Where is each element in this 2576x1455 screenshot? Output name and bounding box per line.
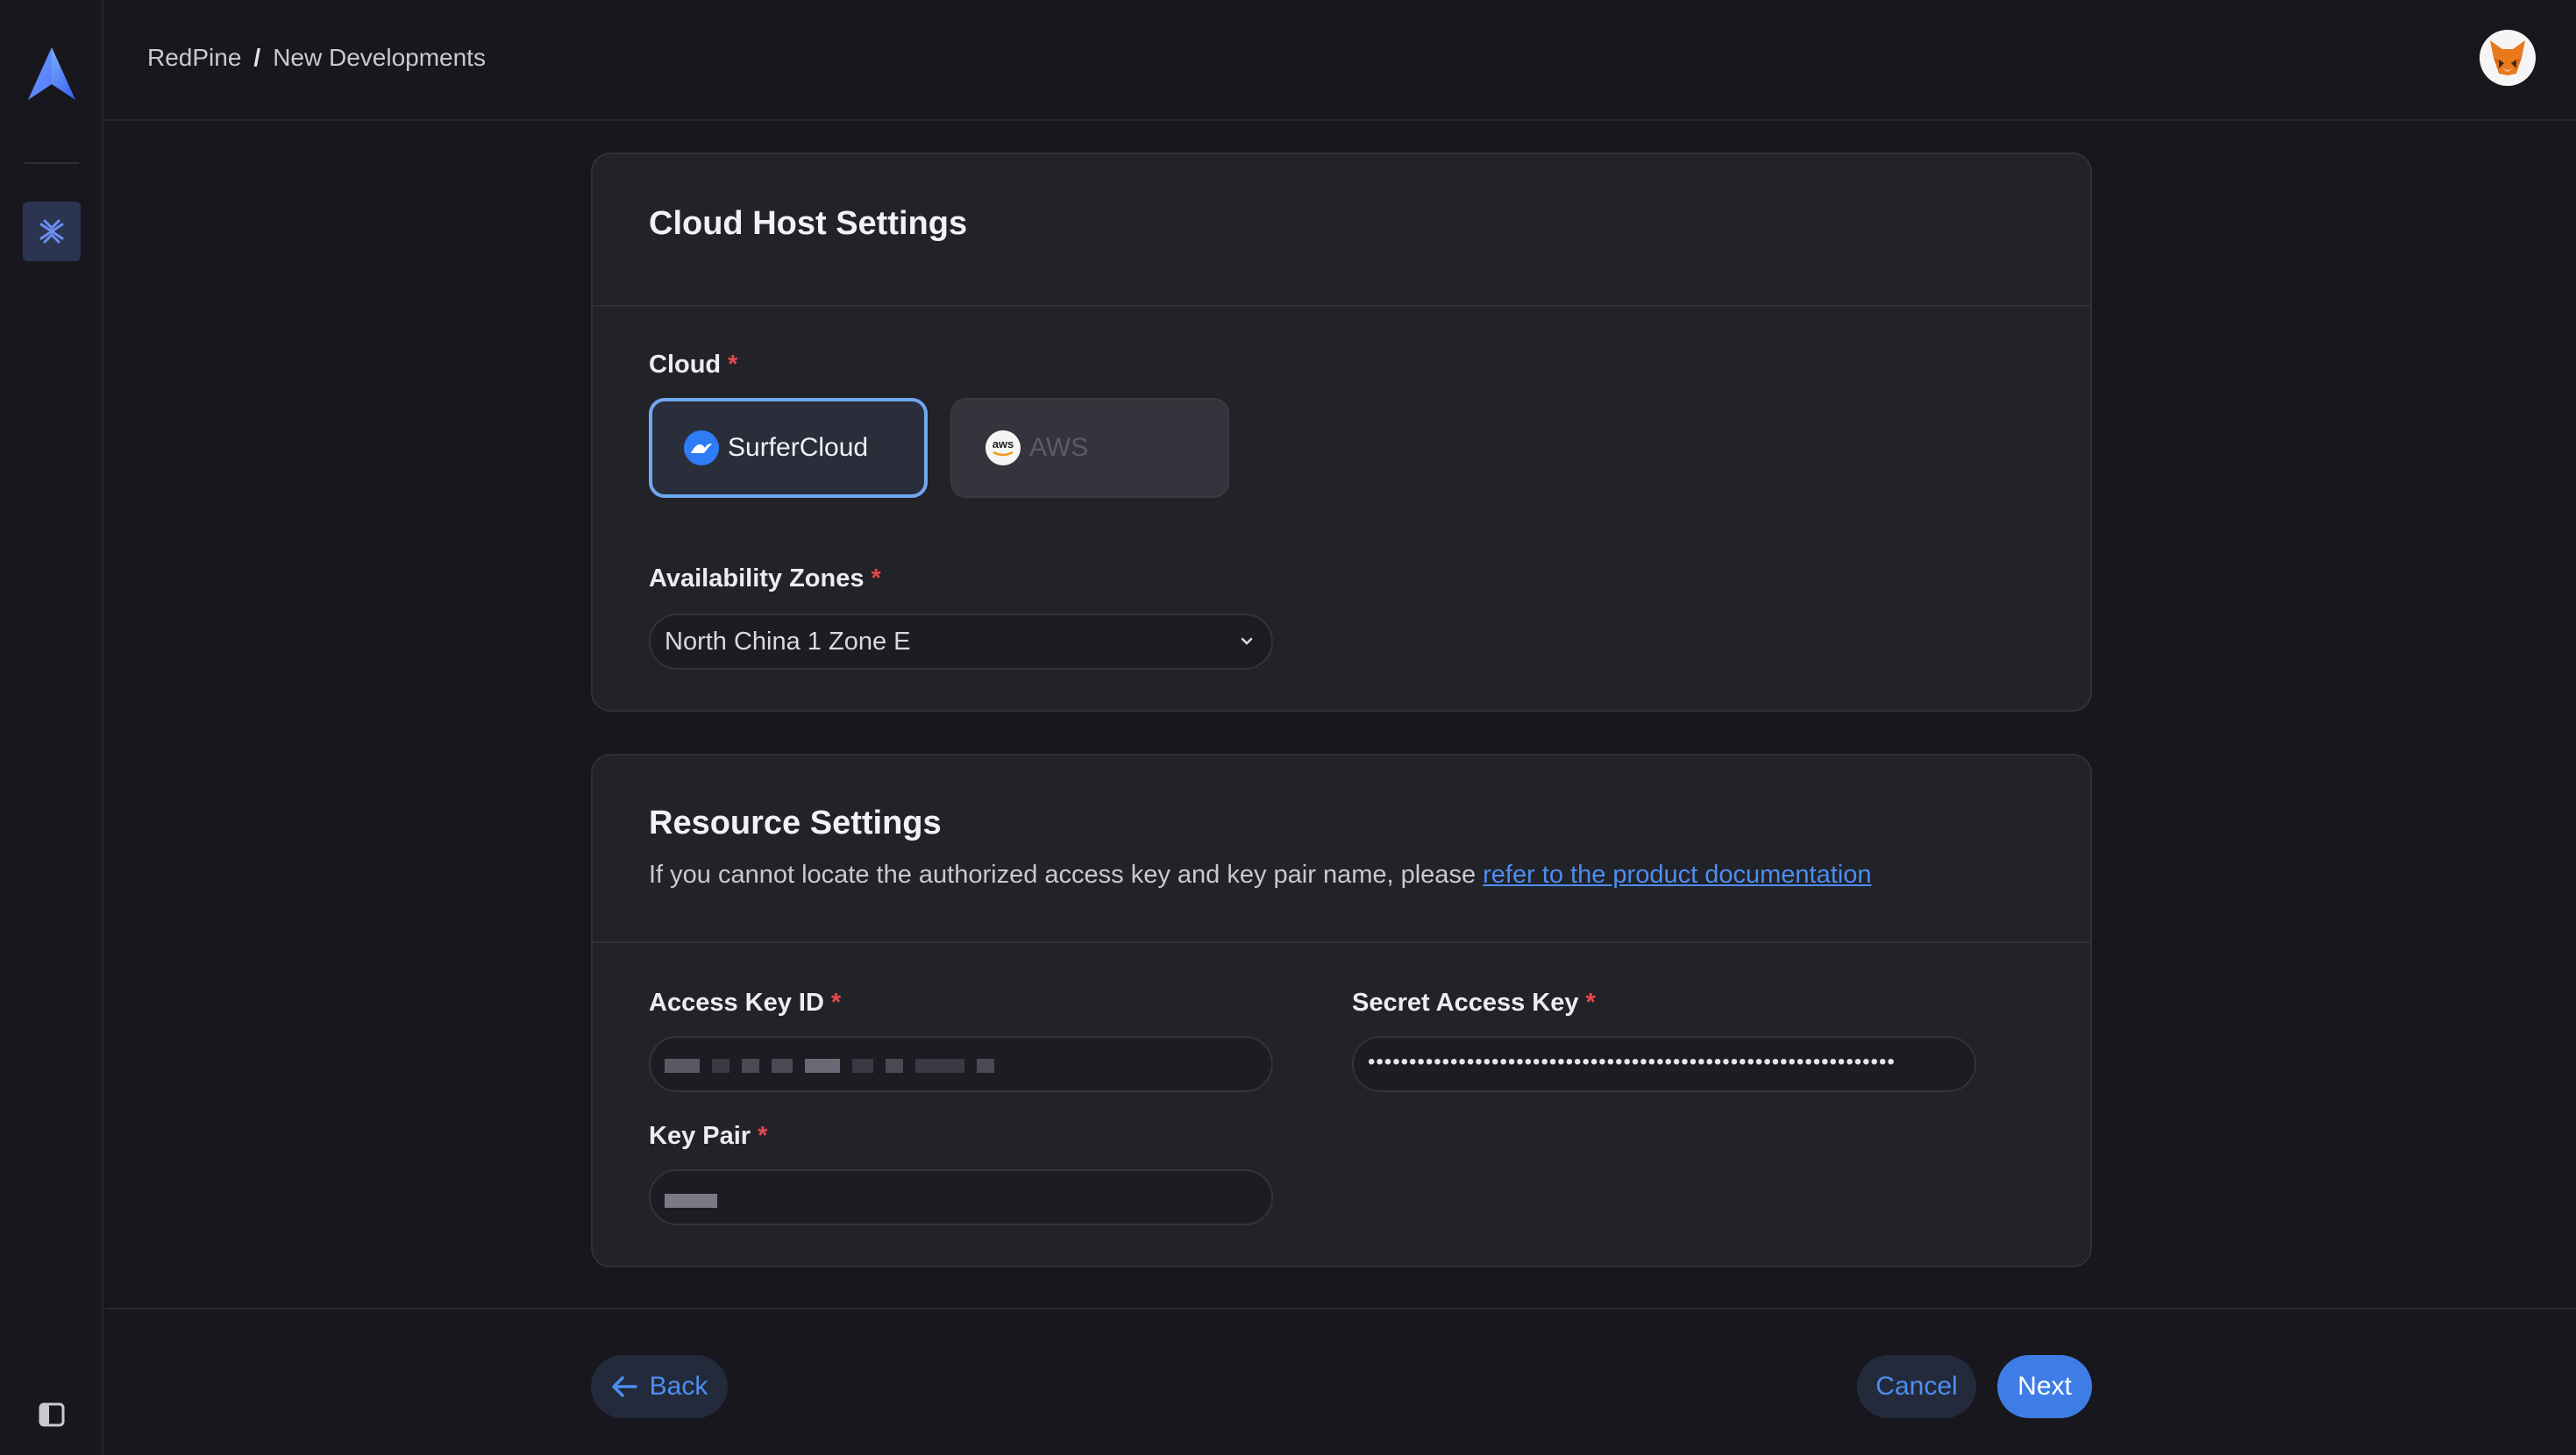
app-logo-icon[interactable] <box>26 46 77 102</box>
availability-zones-label: Availability Zones * <box>649 564 881 593</box>
footer-divider <box>105 1308 2576 1310</box>
cancel-button[interactable]: Cancel <box>1857 1355 1976 1418</box>
cloud-option-aws[interactable]: aws AWS <box>950 398 1229 498</box>
back-button-label: Back <box>649 1372 708 1401</box>
availability-zones-label-text: Availability Zones <box>649 564 865 593</box>
chevron-down-icon <box>1241 637 1253 645</box>
sidebar-toggle-icon[interactable] <box>39 1402 65 1427</box>
secret-access-key-value: ••••••••••••••••••••••••••••••••••••••••… <box>1368 1050 1896 1074</box>
access-key-id-label-text: Access Key ID <box>649 989 824 1017</box>
snowflake-nav-icon <box>39 219 64 244</box>
breadcrumb-item-current: New Developments <box>273 44 486 71</box>
product-documentation-link[interactable]: refer to the product documentation <box>1483 861 1871 889</box>
aws-icon: aws <box>986 430 1021 465</box>
redacted-value <box>665 1194 717 1208</box>
required-mark: * <box>830 989 842 1017</box>
resource-settings-description: If you cannot locate the authorized acce… <box>649 861 1871 890</box>
next-button[interactable]: Next <box>1997 1355 2092 1418</box>
top-header: RedPine / New Developments <box>105 0 2576 121</box>
cloud-label-text: Cloud <box>649 351 722 379</box>
svg-text:aws: aws <box>993 437 1014 451</box>
secret-access-key-input[interactable]: ••••••••••••••••••••••••••••••••••••••••… <box>1352 1036 1976 1092</box>
sidebar-divider <box>25 162 79 164</box>
back-button[interactable]: Back <box>591 1355 728 1418</box>
cloud-option-label: AWS <box>1029 433 1089 462</box>
fox-avatar-icon <box>2490 40 2525 75</box>
resource-settings-title: Resource Settings <box>649 805 942 841</box>
avatar[interactable] <box>2480 30 2536 86</box>
surfercloud-icon <box>684 430 719 465</box>
secret-access-key-label: Secret Access Key * <box>1352 989 1596 1018</box>
secret-access-key-label-text: Secret Access Key <box>1352 989 1579 1017</box>
resource-settings-card: Resource Settings If you cannot locate t… <box>591 754 2092 1267</box>
cloud-host-settings-card: Cloud Host Settings Cloud * SurferCloud a… <box>591 153 2092 712</box>
required-mark: * <box>1585 989 1596 1017</box>
key-pair-label-text: Key Pair <box>649 1122 751 1150</box>
availability-zone-select[interactable]: North China 1 Zone E <box>649 614 1273 670</box>
required-mark: * <box>758 1122 768 1150</box>
card-divider <box>593 941 2090 943</box>
breadcrumb: RedPine / New Developments <box>147 40 486 75</box>
cloud-option-label: SurferCloud <box>728 433 869 462</box>
sidebar-item-developments[interactable] <box>23 202 81 261</box>
arrow-left-icon <box>611 1376 637 1397</box>
cloud-label: Cloud * <box>649 351 737 380</box>
availability-zone-value: North China 1 Zone E <box>665 627 911 656</box>
breadcrumb-separator: / <box>253 44 261 71</box>
key-pair-input[interactable] <box>649 1169 1273 1225</box>
cloud-option-surfercloud[interactable]: SurferCloud <box>649 398 928 498</box>
description-text: If you cannot locate the authorized acce… <box>649 861 1484 889</box>
redacted-value <box>665 1059 994 1073</box>
cloud-host-settings-title: Cloud Host Settings <box>649 205 968 242</box>
access-key-id-input[interactable] <box>649 1036 1273 1092</box>
card-divider <box>593 305 2090 307</box>
required-mark: * <box>871 564 881 593</box>
sidebar <box>0 0 103 1455</box>
key-pair-label: Key Pair * <box>649 1122 767 1151</box>
required-mark: * <box>728 351 738 379</box>
access-key-id-label: Access Key ID * <box>649 989 841 1018</box>
breadcrumb-item-redpine[interactable]: RedPine <box>147 44 241 72</box>
